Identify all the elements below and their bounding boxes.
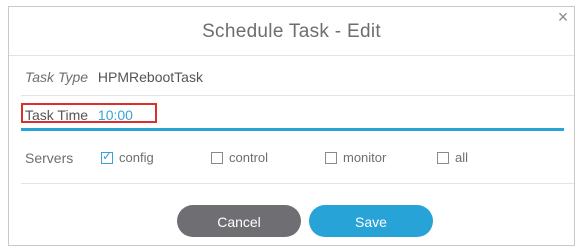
task-type-value: HPMRebootTask xyxy=(97,69,203,85)
checkbox-all[interactable]: all xyxy=(437,150,468,165)
checkbox-monitor[interactable]: monitor xyxy=(325,150,386,165)
checkbox-control-box[interactable] xyxy=(211,151,223,164)
close-icon[interactable]: × xyxy=(554,8,572,27)
task-type-row: Task Type HPMRebootTask xyxy=(25,69,203,85)
task-time-row: Task Time xyxy=(25,107,158,123)
dialog-title: Schedule Task - Edit xyxy=(202,21,381,42)
checkbox-all-box[interactable] xyxy=(437,151,449,164)
servers-row: Servers ✓ config control monitor all xyxy=(25,149,565,170)
checkbox-config[interactable]: ✓ config xyxy=(101,149,154,165)
checkbox-config-label: config xyxy=(119,150,154,165)
checkbox-config-box[interactable]: ✓ xyxy=(101,149,113,164)
row-divider xyxy=(21,183,574,184)
task-type-label: Task Type xyxy=(25,69,89,85)
checkbox-all-label: all xyxy=(455,150,469,165)
checkbox-monitor-label: monitor xyxy=(343,150,387,165)
check-icon: ✓ xyxy=(102,148,113,163)
task-time-label: Task Time xyxy=(25,107,89,123)
task-time-input[interactable] xyxy=(97,107,158,123)
input-focus-underline xyxy=(21,128,564,131)
row-divider xyxy=(21,95,574,96)
cancel-button[interactable]: Cancel xyxy=(177,205,301,237)
checkbox-monitor-box[interactable] xyxy=(325,151,337,164)
title-divider xyxy=(9,55,574,56)
servers-label: Servers xyxy=(25,150,74,166)
schedule-task-dialog: Schedule Task - Edit × Task Type HPMRebo… xyxy=(8,6,575,246)
checkbox-control-label: control xyxy=(229,150,269,165)
save-button[interactable]: Save xyxy=(309,205,433,237)
checkbox-control[interactable]: control xyxy=(211,150,268,165)
